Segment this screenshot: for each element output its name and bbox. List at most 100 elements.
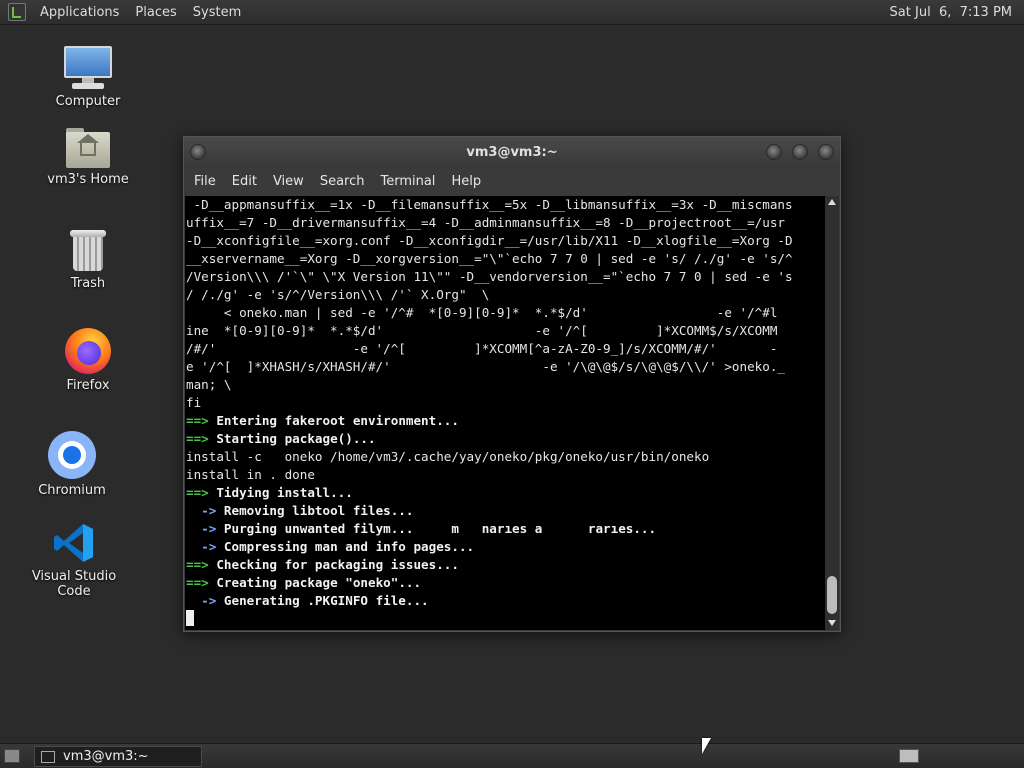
scroll-up-icon[interactable] xyxy=(828,199,836,205)
line-text: Removing libtool files... xyxy=(223,503,414,518)
terminal-line: install -c oneko /home/vm3/.cache/yay/on… xyxy=(186,448,825,466)
menu-applications[interactable]: Applications xyxy=(32,5,127,20)
line-text: ine *[0-9][0-9]* *.*$/d' -e '/^[ ]*XCOMM… xyxy=(186,323,778,338)
desktop-icon-home[interactable]: vm3's Home xyxy=(33,128,143,187)
line-prefix: ==> xyxy=(186,575,217,590)
line-prefix: ==> xyxy=(186,485,217,500)
menu-view[interactable]: View xyxy=(267,174,310,189)
terminal-line: ==> Tidying install... xyxy=(186,484,825,502)
line-text: install in . done xyxy=(186,467,315,482)
terminal-line: __xservername__=Xorg -D__xorgversion__="… xyxy=(186,250,825,268)
terminal-line: -> Generating .PKGINFO file... xyxy=(186,592,825,610)
scrollbar-thumb[interactable] xyxy=(827,576,837,614)
terminal-line: e '/^[ ]*XHASH/s/XHASH/#/' -e '/\@\@$/s/… xyxy=(186,358,825,376)
desktop-icon-label: vm3's Home xyxy=(47,172,129,187)
line-prefix: -> xyxy=(186,593,224,608)
desktop-icon-vscode[interactable]: Visual Studio Code xyxy=(19,521,129,599)
terminal-titlebar[interactable]: vm3@vm3:~ xyxy=(184,137,840,167)
firefox-icon xyxy=(65,328,111,374)
workspace-switcher-icon[interactable] xyxy=(899,749,919,763)
terminal-line: man; \ xyxy=(186,376,825,394)
terminal-line: ==> Creating package "oneko"... xyxy=(186,574,825,592)
menu-logo-icon[interactable] xyxy=(8,3,26,21)
desktop-icon-chromium[interactable]: Chromium xyxy=(17,431,127,498)
line-text: -D__appmansuffix__=1x -D__filemansuffix_… xyxy=(186,197,793,212)
terminal-output[interactable]: -D__appmansuffix__=1x -D__filemansuffix_… xyxy=(185,196,825,630)
desktop-icon-label: Trash xyxy=(70,276,106,291)
line-text: e '/^[ ]*XHASH/s/XHASH/#/' -e '/\@\@$/s/… xyxy=(186,359,785,374)
close-icon[interactable] xyxy=(818,144,834,160)
menu-system[interactable]: System xyxy=(185,5,249,20)
desktop-icon-label: Computer xyxy=(55,94,121,109)
line-text: Starting package()... xyxy=(216,431,376,446)
line-text: -D__xconfigfile__=xorg.conf -D__xconfigd… xyxy=(186,233,793,248)
line-text: Compressing man and info pages... xyxy=(223,539,475,554)
maximize-icon[interactable] xyxy=(792,144,808,160)
terminal-line: ine *[0-9][0-9]* *.*$/d' -e '/^[ ]*XCOMM… xyxy=(186,322,825,340)
menu-help[interactable]: Help xyxy=(445,174,487,189)
computer-icon xyxy=(64,46,112,90)
vscode-icon xyxy=(52,521,96,565)
terminal-line: ==> Starting package()... xyxy=(186,430,825,448)
text-cursor xyxy=(186,610,194,626)
terminal-icon xyxy=(41,750,55,763)
home-folder-icon xyxy=(66,128,110,168)
line-text: /Version\\\ /'`\" \"X Version 11\"" -D__… xyxy=(186,269,793,284)
line-text: Checking for packaging issues... xyxy=(216,557,459,572)
terminal-line: < oneko.man | sed -e '/^# *[0-9][0-9]* *… xyxy=(186,304,825,322)
terminal-title: vm3@vm3:~ xyxy=(466,144,558,160)
terminal-scrollbar[interactable] xyxy=(825,196,839,630)
trash-icon xyxy=(70,230,106,272)
line-prefix: -> xyxy=(186,521,224,536)
line-text: Purging unwanted filym... m narıes a rar… xyxy=(223,521,657,536)
chromium-icon xyxy=(48,431,96,479)
line-text: fi xyxy=(186,395,202,410)
line-prefix: ==> xyxy=(186,557,217,572)
line-text: __xservername__=Xorg -D__xorgversion__="… xyxy=(186,251,793,266)
menu-places[interactable]: Places xyxy=(127,5,184,20)
line-text: Creating package "oneko"... xyxy=(216,575,422,590)
line-prefix: -> xyxy=(186,503,224,518)
menu-edit[interactable]: Edit xyxy=(226,174,263,189)
terminal-menubar: File Edit View Search Terminal Help xyxy=(184,167,840,195)
menu-file[interactable]: File xyxy=(188,174,222,189)
terminal-line: /Version\\\ /'`\" \"X Version 11\"" -D__… xyxy=(186,268,825,286)
show-desktop-icon[interactable] xyxy=(4,749,20,763)
terminal-line: fi xyxy=(186,394,825,412)
clock[interactable]: Sat Jul 6, 7:13 PM xyxy=(878,5,1024,20)
taskbar-label: vm3@vm3:~ xyxy=(63,749,149,764)
terminal-line: ==> Checking for packaging issues... xyxy=(186,556,825,574)
line-text: Generating .PKGINFO file... xyxy=(223,593,429,608)
line-prefix: ==> xyxy=(186,431,217,446)
terminal-line: -> Purging unwanted filym... m narıes a … xyxy=(186,520,825,538)
line-text: uffix__=7 -D__drivermansuffix__=4 -D__ad… xyxy=(186,215,785,230)
menu-search[interactable]: Search xyxy=(314,174,371,189)
window-menu-icon[interactable] xyxy=(190,144,206,160)
terminal-prompt-line xyxy=(186,610,825,628)
terminal-line: uffix__=7 -D__drivermansuffix__=4 -D__ad… xyxy=(186,214,825,232)
line-text: < oneko.man | sed -e '/^# *[0-9][0-9]* *… xyxy=(186,305,778,320)
desktop-icon-trash[interactable]: Trash xyxy=(33,230,143,291)
desktop-icon-label: Chromium xyxy=(38,483,106,498)
desktop-icon-firefox[interactable]: Firefox xyxy=(33,328,143,393)
menu-terminal[interactable]: Terminal xyxy=(374,174,441,189)
taskbar-terminal-button[interactable]: vm3@vm3:~ xyxy=(34,746,202,767)
terminal-line: -> Compressing man and info pages... xyxy=(186,538,825,556)
line-text: Tidying install... xyxy=(216,485,353,500)
terminal-line: ==> Entering fakeroot environment... xyxy=(186,412,825,430)
terminal-window: vm3@vm3:~ File Edit View Search Terminal… xyxy=(183,136,841,632)
terminal-line: /#/' -e '/^[ ]*XCOMM[^a-zA-Z0-9_]/s/XCOM… xyxy=(186,340,825,358)
terminal-line: -D__appmansuffix__=1x -D__filemansuffix_… xyxy=(186,196,825,214)
line-text: / /./g' -e 's/^/Version\\\ /'` X.Org" \ xyxy=(186,287,490,302)
scroll-down-icon[interactable] xyxy=(828,620,836,626)
bottom-panel: vm3@vm3:~ xyxy=(0,743,1024,768)
top-panel: Applications Places System Sat Jul 6, 7:… xyxy=(0,0,1024,25)
desktop-icon-computer[interactable]: Computer xyxy=(33,46,143,109)
line-prefix: ==> xyxy=(186,413,217,428)
line-prefix: -> xyxy=(186,539,224,554)
minimize-icon[interactable] xyxy=(766,144,782,160)
mouse-pointer-icon xyxy=(702,738,711,754)
line-text: /#/' -e '/^[ ]*XCOMM[^a-zA-Z0-9_]/s/XCOM… xyxy=(186,341,778,356)
terminal-line: install in . done xyxy=(186,466,825,484)
desktop-icon-label: Firefox xyxy=(66,378,110,393)
